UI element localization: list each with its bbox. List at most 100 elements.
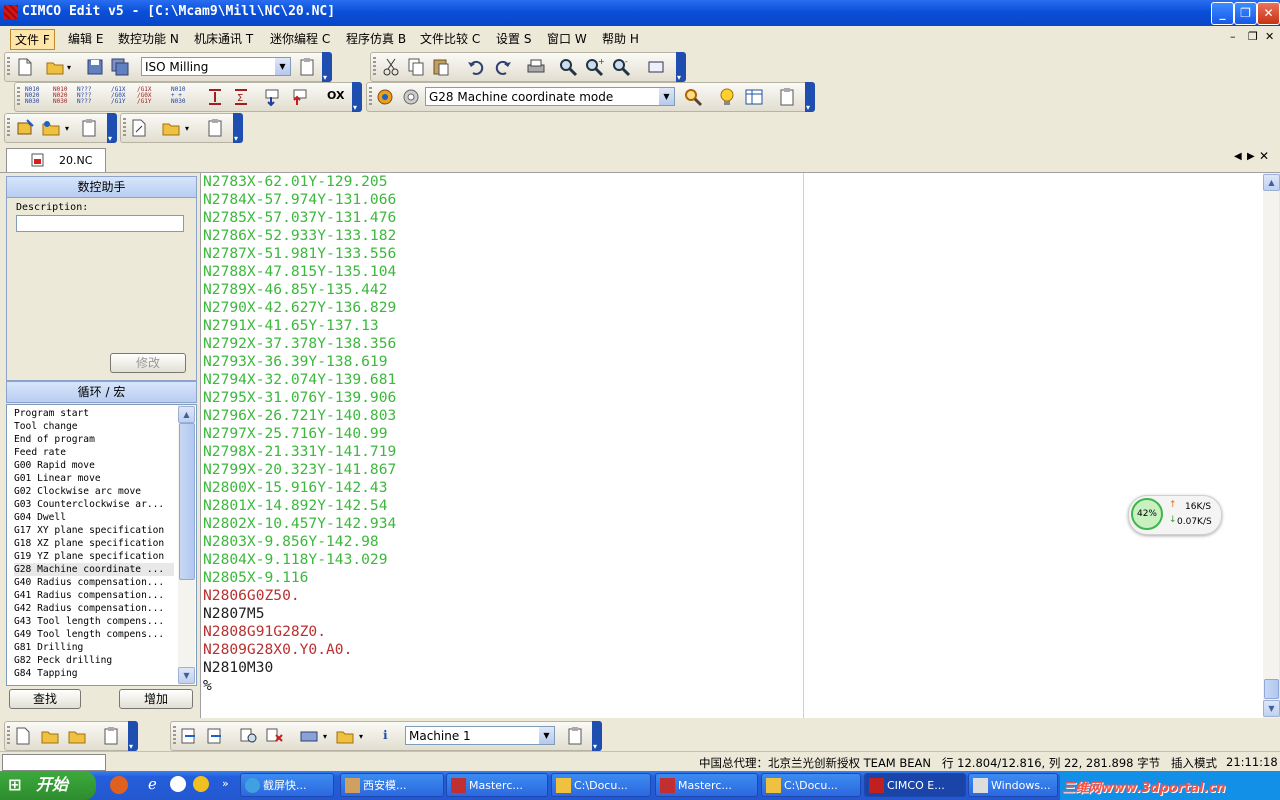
folder-dropdown-icon[interactable]: ▾	[359, 732, 363, 741]
renumber-icon[interactable]: N010 N020 N030	[25, 87, 45, 107]
ie-icon[interactable]: ℯ	[148, 775, 157, 793]
transfer-icon[interactable]	[299, 726, 319, 746]
list-item[interactable]: G03 Counterclockwise ar...	[14, 498, 174, 511]
settings-gear-icon[interactable]	[401, 87, 421, 107]
menu-settings[interactable]: 设置 S	[492, 29, 535, 48]
toolbar-options-icon[interactable]	[352, 82, 362, 112]
code-line[interactable]: N2799X-20.323Y-141.867	[203, 461, 396, 479]
clipboard-icon[interactable]	[777, 87, 797, 107]
task-windows[interactable]: Windows...	[968, 773, 1058, 797]
tip-bulb-icon[interactable]	[717, 87, 737, 107]
list-item[interactable]: G19 YZ plane specification	[14, 550, 174, 563]
remove-blocks-icon[interactable]: /G1X/G0X/G1Y	[111, 87, 131, 107]
zoom-out-icon[interactable]: -	[611, 57, 631, 77]
code-line[interactable]: N2807M5	[203, 605, 265, 623]
toolbar-options-icon[interactable]	[805, 82, 815, 112]
task-xian[interactable]: 西安模...	[340, 773, 444, 797]
tab-scroll-left-icon[interactable]: ◀	[1234, 151, 1242, 162]
editor-scrollbar[interactable]: ▲ ▼	[1263, 173, 1280, 718]
menu-simulation[interactable]: 程序仿真 B	[342, 29, 410, 48]
delete-file-icon[interactable]	[265, 726, 285, 746]
list-item[interactable]: G40 Radius compensation...	[14, 576, 174, 589]
task-screenshot[interactable]: 截屏快...	[240, 773, 334, 797]
start-button[interactable]: ⊞ 开始	[0, 771, 96, 800]
code-line[interactable]: N2793X-36.39Y-138.619	[203, 353, 388, 371]
editor-split-divider[interactable]	[803, 173, 804, 718]
paste-icon[interactable]	[431, 57, 451, 77]
task-documents-2[interactable]: C:\Docu...	[761, 773, 861, 797]
maximize-button[interactable]: ❐	[1234, 2, 1257, 25]
mode-combo[interactable]: G28 Machine coordinate mode ▼	[425, 87, 675, 106]
folder-icon[interactable]	[67, 726, 87, 746]
list-item[interactable]: G18 XZ plane specification	[14, 537, 174, 550]
move-up-icon[interactable]	[289, 87, 309, 107]
clipboard-icon[interactable]	[205, 118, 225, 138]
menu-edit[interactable]: 编辑 E	[64, 29, 107, 48]
folder-transfer-icon[interactable]	[335, 726, 355, 746]
code-line[interactable]: N2788X-47.815Y-135.104	[203, 263, 396, 281]
save-all-icon[interactable]	[110, 57, 130, 77]
chevron-down-icon[interactable]: ▼	[275, 58, 290, 75]
document-edit-icon[interactable]	[129, 118, 149, 138]
toolbar-options-icon[interactable]	[233, 113, 243, 143]
toolbar-options-icon[interactable]	[128, 721, 138, 751]
toolbar-options-icon[interactable]	[322, 52, 332, 82]
code-line[interactable]: N2795X-31.076Y-139.906	[203, 389, 396, 407]
list-item[interactable]: G42 Radius compensation...	[14, 602, 174, 615]
number-lines-icon[interactable]: N??? N??? N???	[77, 87, 97, 107]
code-line[interactable]: N2802X-10.457Y-142.934	[203, 515, 396, 533]
scroll-down-icon[interactable]: ▼	[178, 667, 195, 684]
transfer-dropdown-icon[interactable]: ▾	[323, 732, 327, 741]
code-line[interactable]: N2785X-57.037Y-131.476	[203, 209, 396, 227]
list-item[interactable]: G02 Clockwise arc move	[14, 485, 174, 498]
menu-file-compare[interactable]: 文件比较 C	[416, 29, 484, 48]
task-mastercam-2[interactable]: Masterc...	[655, 773, 758, 797]
new-document-icon[interactable]	[13, 726, 33, 746]
code-line[interactable]: N2806G0Z50.	[203, 587, 300, 605]
clipboard-icon[interactable]	[297, 57, 317, 77]
code-line[interactable]: N2800X-15.916Y-142.43	[203, 479, 388, 497]
list-item[interactable]: End of program	[14, 433, 174, 446]
scroll-up-icon[interactable]: ▲	[1263, 174, 1280, 191]
send-file-icon[interactable]	[179, 726, 199, 746]
copy-icon[interactable]	[406, 57, 426, 77]
space-numbers-icon[interactable]: N010 + + N030	[171, 87, 191, 107]
plus-app-icon[interactable]	[193, 776, 209, 792]
code-line[interactable]: N2801X-14.892Y-142.54	[203, 497, 388, 515]
machine-type-combo[interactable]: ISO Milling ▼	[141, 57, 291, 76]
clipboard-icon[interactable]	[79, 118, 99, 138]
task-mastercam-1[interactable]: Masterc...	[446, 773, 548, 797]
code-line[interactable]: N2805X-9.116	[203, 569, 308, 587]
copy-document-icon[interactable]	[40, 726, 60, 746]
title-bar[interactable]: CIMCO Edit v5 - [C:\Mcam9\Mill\NC\20.NC]…	[0, 0, 1280, 26]
task-cimco[interactable]: CIMCO E...	[864, 773, 966, 797]
mdi-close-icon[interactable]: ✕	[1265, 30, 1274, 43]
minimize-button[interactable]: _	[1211, 2, 1234, 25]
task-documents-1[interactable]: C:\Docu...	[551, 773, 651, 797]
network-speed-widget[interactable]: 42% ↑ 16K/S ↓ 0.07K/S	[1128, 495, 1222, 535]
info-icon[interactable]: ℹ	[383, 728, 388, 742]
code-line[interactable]: N2810M30	[203, 659, 273, 677]
clipboard-icon[interactable]	[101, 726, 121, 746]
code-line[interactable]: N2803X-9.856Y-142.98	[203, 533, 379, 551]
menu-machine-comm[interactable]: 机床通讯 T	[190, 29, 257, 48]
code-line[interactable]: N2784X-57.974Y-131.066	[203, 191, 396, 209]
print-icon[interactable]	[526, 57, 546, 77]
list-item[interactable]: G49 Tool length compens...	[14, 628, 174, 641]
tab-scroll-right-icon[interactable]: ▶	[1247, 151, 1255, 162]
scroll-down-icon[interactable]: ▼	[1263, 700, 1280, 717]
tool-dropdown-icon[interactable]: ▾	[65, 124, 69, 133]
tab-20-nc[interactable]: 20.NC	[6, 148, 106, 172]
inspect-icon[interactable]	[683, 87, 703, 107]
quicklaunch-more-icon[interactable]: »	[222, 777, 229, 790]
remove-numbers-icon[interactable]: N010 N020 N030	[53, 87, 73, 107]
list-item[interactable]: Program start	[14, 407, 174, 420]
machine-gear-icon[interactable]	[375, 87, 395, 107]
scroll-thumb[interactable]	[179, 423, 195, 580]
code-line[interactable]: N2794X-32.074Y-139.681	[203, 371, 396, 389]
code-line[interactable]: %	[203, 677, 212, 695]
mdi-restore-icon[interactable]: ❐	[1248, 30, 1258, 43]
list-item[interactable]: G81 Drilling	[14, 641, 174, 654]
undo-icon[interactable]	[466, 57, 486, 77]
code-line[interactable]: N2787X-51.981Y-133.556	[203, 245, 396, 263]
